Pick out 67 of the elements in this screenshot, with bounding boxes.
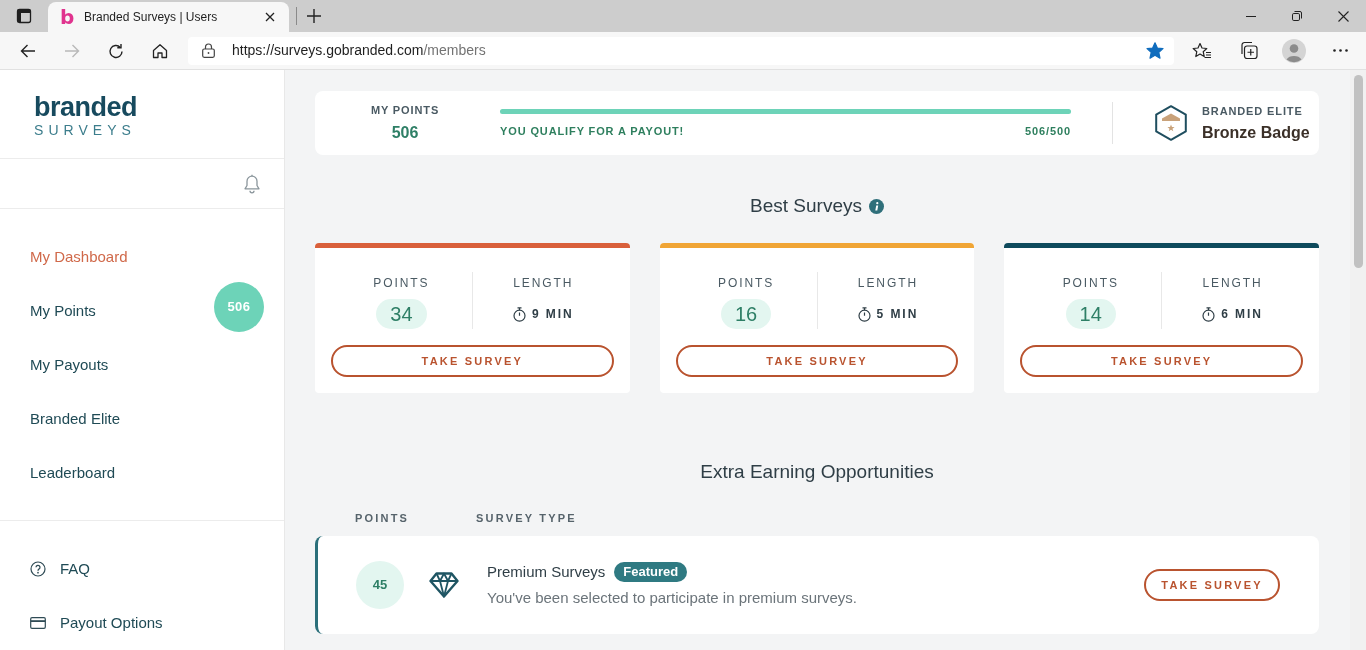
section-heading: Extra Earning Opportunities bbox=[700, 460, 934, 484]
favorite-star-icon[interactable] bbox=[1146, 42, 1164, 59]
column-label: LENGTH bbox=[857, 276, 918, 290]
brand-logo-text: branded bbox=[34, 93, 137, 121]
tab-actions-icon[interactable] bbox=[16, 8, 32, 24]
more-options-icon[interactable] bbox=[1332, 49, 1348, 52]
survey-type-title: Premium Surveys bbox=[487, 562, 606, 582]
take-survey-button[interactable]: TAKE SURVEY bbox=[1144, 569, 1280, 601]
sidebar-footer-link[interactable]: FAQ bbox=[0, 542, 284, 596]
points-pill: 34 bbox=[376, 299, 427, 329]
points-label: MY POINTS bbox=[370, 104, 440, 117]
sidebar-footer-link[interactable]: Payout Options bbox=[0, 596, 284, 650]
survey-length: 6 MIN bbox=[1221, 306, 1263, 323]
sidebar-nav-link[interactable]: Leaderboard bbox=[0, 446, 284, 500]
column-label: POINTS bbox=[373, 276, 430, 290]
stopwatch-icon bbox=[1202, 306, 1216, 322]
address-bar[interactable]: https://surveys.gobranded.com/members bbox=[188, 36, 1174, 65]
points-pill: 16 bbox=[720, 299, 772, 329]
diamond-icon bbox=[429, 572, 459, 598]
stopwatch-icon bbox=[857, 306, 871, 322]
restore-icon[interactable] bbox=[1292, 11, 1302, 21]
help-icon bbox=[30, 561, 46, 577]
sidebar-nav-link[interactable]: My Payouts bbox=[0, 338, 284, 392]
stopwatch-icon bbox=[512, 306, 526, 322]
sidebar-nav-link[interactable]: My Dashboard bbox=[0, 230, 284, 284]
site-favicon: b bbox=[60, 7, 72, 27]
survey-length: 9 MIN bbox=[531, 306, 574, 323]
new-tab-icon[interactable] bbox=[307, 9, 321, 23]
badge-level-text: Bronze Badge bbox=[1202, 122, 1310, 142]
lock-icon bbox=[202, 43, 215, 58]
profile-avatar-icon[interactable] bbox=[1282, 38, 1306, 63]
column-label: LENGTH bbox=[1202, 276, 1263, 290]
scrollbar-thumb[interactable] bbox=[1353, 75, 1363, 268]
take-survey-button[interactable]: TAKE SURVEY bbox=[1020, 345, 1303, 377]
column-header: SURVEY TYPE bbox=[476, 511, 577, 525]
close-icon[interactable] bbox=[265, 12, 275, 22]
close-icon[interactable] bbox=[1337, 10, 1349, 22]
elite-label: BRANDED ELITE bbox=[1202, 104, 1304, 118]
info-icon[interactable] bbox=[868, 198, 884, 214]
browser-tab[interactable]: b Branded Surveys | Users bbox=[48, 2, 289, 32]
points-progress-reading: 506/500 bbox=[1025, 124, 1071, 138]
favorites-icon[interactable] bbox=[1192, 41, 1212, 60]
hexagon-badge-icon bbox=[1155, 105, 1187, 141]
section-heading: Best Surveys bbox=[750, 194, 862, 218]
points-pill: 14 bbox=[1065, 299, 1116, 329]
points-count-badge: 506 bbox=[214, 282, 264, 332]
column-header: POINTS bbox=[355, 511, 410, 525]
minimize-icon[interactable] bbox=[1246, 15, 1256, 17]
collections-icon[interactable] bbox=[1238, 41, 1258, 60]
featured-tag: Featured bbox=[614, 562, 688, 582]
take-survey-button[interactable]: TAKE SURVEY bbox=[675, 345, 959, 377]
sidebar-nav-link[interactable]: Branded Elite bbox=[0, 392, 284, 446]
refresh-icon[interactable] bbox=[108, 42, 124, 59]
survey-description: You've been selected to participate in premium surveys. bbox=[487, 588, 857, 608]
column-label: POINTS bbox=[717, 276, 775, 290]
notification-bell-icon[interactable] bbox=[243, 173, 261, 194]
home-icon[interactable] bbox=[152, 42, 168, 59]
points-value: 506 bbox=[391, 123, 419, 142]
sidebar-nav-link[interactable]: My Points bbox=[0, 284, 214, 338]
brand-logo-tagline: SURVEYS bbox=[34, 122, 136, 137]
column-label: POINTS bbox=[1062, 276, 1119, 290]
survey-length: 5 MIN bbox=[876, 306, 919, 323]
credit-card-icon bbox=[30, 617, 46, 629]
column-label: LENGTH bbox=[513, 276, 574, 290]
payout-status-text: YOU QUALIFY FOR A PAYOUT! bbox=[500, 124, 685, 138]
take-survey-button[interactable]: TAKE SURVEY bbox=[331, 345, 614, 377]
back-arrow-icon[interactable] bbox=[20, 43, 36, 58]
